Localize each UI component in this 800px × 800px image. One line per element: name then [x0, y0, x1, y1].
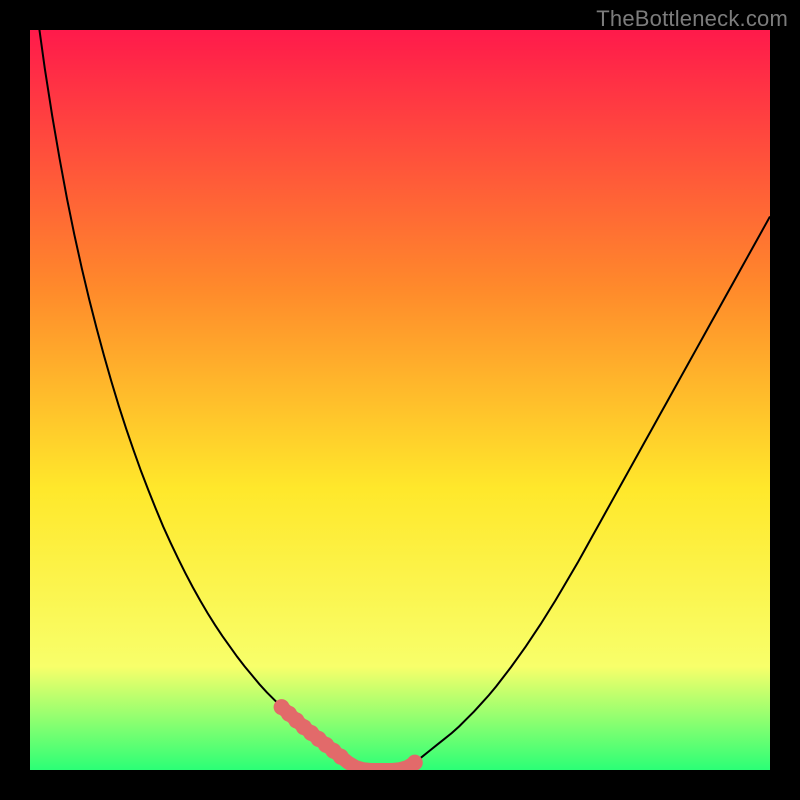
watermark-label: TheBottleneck.com [596, 6, 788, 32]
highlight-dot [407, 755, 423, 770]
chart-frame: TheBottleneck.com [0, 0, 800, 800]
chart-svg [30, 30, 770, 770]
plot-area [30, 30, 770, 770]
highlight-dot [333, 749, 349, 765]
gradient-background [30, 30, 770, 770]
